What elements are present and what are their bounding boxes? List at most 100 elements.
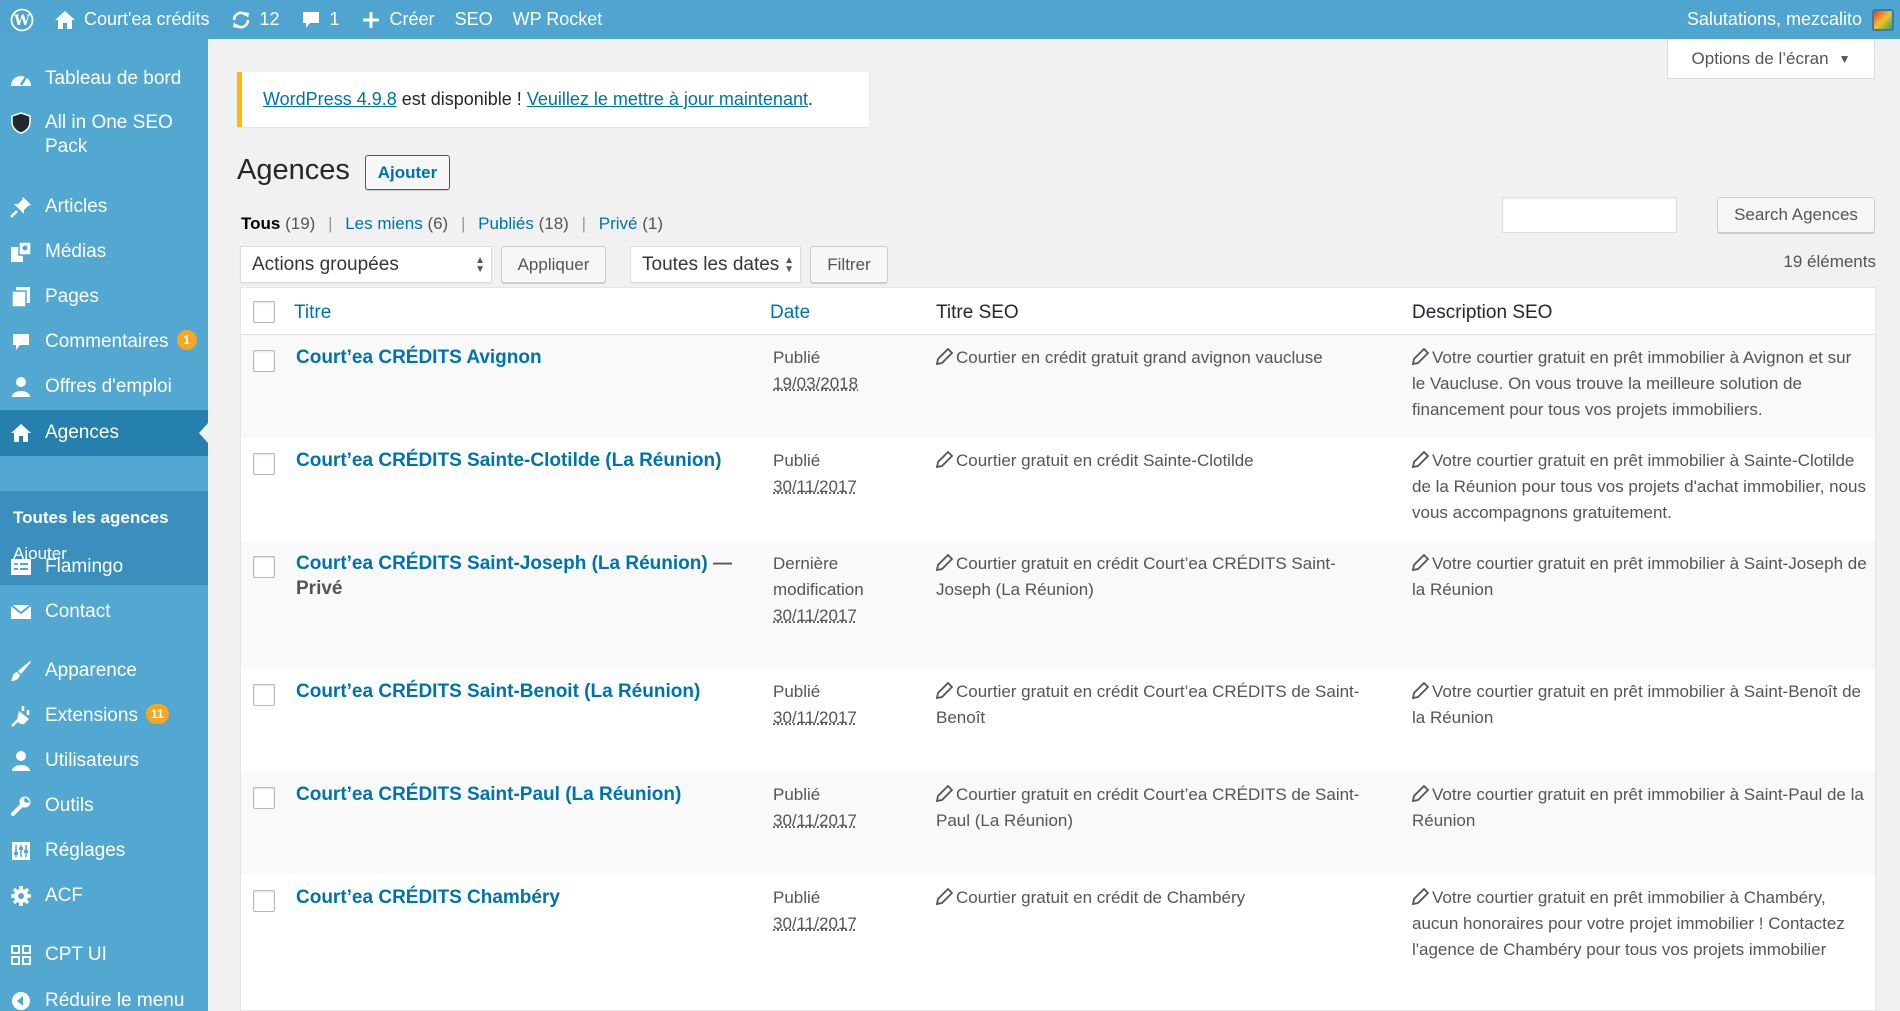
pencil-icon[interactable]: [1411, 784, 1430, 803]
row-checkbox[interactable]: [253, 684, 275, 706]
update-now-link[interactable]: Veuillez le mettre à jour maintenant: [527, 89, 808, 110]
row-seo-title: Courtier gratuit en crédit Court’ea CRÉD…: [935, 679, 1386, 731]
seo-description-text: Votre courtier gratuit en prêt immobilie…: [1412, 451, 1867, 522]
row-title-link[interactable]: Court’ea CRÉDITS Chambéry: [296, 885, 736, 910]
row-title-link[interactable]: Court’ea CRÉDITS Sainte-Clotilde (La Réu…: [296, 448, 736, 473]
pencil-icon[interactable]: [1411, 347, 1430, 366]
row-checkbox[interactable]: [253, 556, 275, 578]
menu-tools[interactable]: Outils: [0, 794, 208, 818]
comments-link[interactable]: 1: [290, 0, 350, 39]
row-date: Dernière modification 30/11/2017: [773, 551, 903, 629]
updates-link[interactable]: 12: [220, 0, 290, 39]
filter-button[interactable]: Filtrer: [810, 246, 888, 283]
row-title-link[interactable]: Court’ea CRÉDITS Saint-Paul (La Réunion): [296, 782, 736, 807]
row-title-link[interactable]: Court’ea CRÉDITS Saint-Benoit (La Réunio…: [296, 679, 736, 704]
menu-acf[interactable]: ACF: [0, 884, 208, 908]
menu-label: Contact: [45, 601, 111, 622]
user-icon: [9, 375, 33, 399]
seo-description-text: Votre courtier gratuit en prêt immobilie…: [1412, 785, 1864, 830]
apply-button[interactable]: Appliquer: [501, 246, 606, 283]
submenu-all-agences[interactable]: Toutes les agences: [13, 508, 169, 528]
menu-label: Outils: [45, 795, 94, 816]
row-title-link[interactable]: Court’ea CRÉDITS Avignon: [296, 345, 736, 370]
menu-settings[interactable]: Réglages: [0, 839, 208, 863]
row-checkbox[interactable]: [253, 350, 275, 372]
menu-articles[interactable]: Articles: [0, 195, 208, 219]
menu-extensions[interactable]: Extensions 11: [0, 704, 208, 728]
pencil-icon[interactable]: [935, 347, 954, 366]
search-button[interactable]: Search Agences: [1717, 197, 1875, 233]
plugin-icon: [9, 704, 33, 728]
menu-users[interactable]: Utilisateurs: [0, 749, 208, 773]
seo-label: SEO: [454, 9, 493, 29]
seo-description-text: Votre courtier gratuit en prêt immobilie…: [1412, 554, 1867, 599]
pencil-icon[interactable]: [1411, 553, 1430, 572]
menu-dashboard[interactable]: Tableau de bord: [0, 67, 208, 91]
add-new-button[interactable]: Ajouter: [365, 155, 450, 190]
seo-menu[interactable]: SEO: [445, 0, 503, 39]
collapse-menu[interactable]: Réduire le menu: [0, 989, 208, 1011]
seo-description-text: Votre courtier gratuit en prêt immobilie…: [1412, 348, 1852, 419]
menu-contact[interactable]: Contact: [0, 600, 208, 624]
row-seo-title: Courtier en crédit gratuit grand avignon…: [935, 345, 1386, 371]
menu-medias[interactable]: Médias: [0, 240, 208, 264]
pencil-icon[interactable]: [1411, 887, 1430, 906]
row-seo-description: Votre courtier gratuit en prêt immobilie…: [1411, 679, 1867, 731]
new-content-link[interactable]: Créer: [350, 0, 445, 39]
wordpress-version-link[interactable]: WordPress 4.9.8: [263, 89, 397, 110]
site-name-link[interactable]: Court'ea crédits: [44, 0, 220, 39]
pencil-icon[interactable]: [935, 553, 954, 572]
view-private[interactable]: Privé: [599, 214, 638, 233]
view-published[interactable]: Publiés: [478, 214, 534, 233]
view-all[interactable]: Tous: [241, 214, 280, 233]
screen-options-button[interactable]: Options de l’écran ▼: [1667, 39, 1875, 79]
chevron-down-icon: ▼: [1838, 51, 1851, 66]
menu-comments[interactable]: Commentaires 1: [0, 330, 208, 354]
pencil-icon[interactable]: [1411, 450, 1430, 469]
row-checkbox[interactable]: [253, 787, 275, 809]
column-date[interactable]: Date: [770, 302, 810, 324]
bulk-actions-select[interactable]: Actions groupées ▲ ▼: [240, 246, 492, 283]
view-count: (19): [285, 214, 316, 233]
view-count: (1): [642, 214, 663, 233]
row-checkbox[interactable]: [253, 890, 275, 912]
date-filter-select[interactable]: Toutes les dates ▲ ▼: [630, 246, 801, 283]
menu-pages[interactable]: Pages: [0, 285, 208, 309]
wordpress-logo[interactable]: W: [0, 0, 44, 39]
pencil-icon[interactable]: [935, 784, 954, 803]
row-checkbox[interactable]: [253, 453, 275, 475]
row-status: Publié: [773, 451, 821, 470]
menu-flamingo[interactable]: Flamingo: [0, 555, 208, 579]
pencil-icon[interactable]: [935, 681, 954, 700]
svg-text:W: W: [13, 13, 30, 29]
row-date: Publié 30/11/2017: [773, 782, 903, 834]
wp-rocket-menu[interactable]: WP Rocket: [503, 0, 613, 39]
menu-all-in-one-seo[interactable]: All in One SEO Pack: [0, 111, 208, 159]
menu-appearance[interactable]: Apparence: [0, 659, 208, 683]
menu-label: Commentaires: [45, 331, 169, 352]
row-date: Publié 30/11/2017: [773, 885, 903, 937]
separator: |: [328, 214, 333, 233]
row-date-value: 19/03/2018: [773, 374, 859, 393]
table-row: Court’ea CRÉDITS Saint-Benoit (La Réunio…: [241, 669, 1875, 772]
select-arrows-icon: ▲ ▼: [475, 255, 485, 275]
row-status: Dernière modification: [773, 554, 864, 599]
menu-label: All in One SEO Pack: [45, 112, 173, 157]
pencil-icon[interactable]: [1411, 681, 1430, 700]
select-all-checkbox[interactable]: [253, 301, 275, 323]
row-title-link[interactable]: Court’ea CRÉDITS Saint-Joseph (La Réunio…: [296, 551, 736, 601]
menu-label: Flamingo: [45, 556, 124, 577]
menu-job-offers[interactable]: Offres d'emploi: [0, 375, 208, 399]
pencil-icon[interactable]: [935, 450, 954, 469]
menu-agences[interactable]: Agences: [0, 410, 208, 456]
my-account[interactable]: Salutations, mezcalito: [1677, 0, 1900, 39]
row-seo-description: Votre courtier gratuit en prêt immobilie…: [1411, 782, 1867, 834]
view-mine[interactable]: Les miens: [345, 214, 422, 233]
column-title[interactable]: Titre: [294, 302, 331, 324]
menu-label: Médias: [45, 241, 107, 262]
row-seo-description: Votre courtier gratuit en prêt immobilie…: [1411, 551, 1867, 603]
menu-cpt-ui[interactable]: CPT UI: [0, 943, 208, 967]
search-input[interactable]: [1502, 197, 1677, 233]
home-icon: [54, 9, 76, 31]
pencil-icon[interactable]: [935, 887, 954, 906]
